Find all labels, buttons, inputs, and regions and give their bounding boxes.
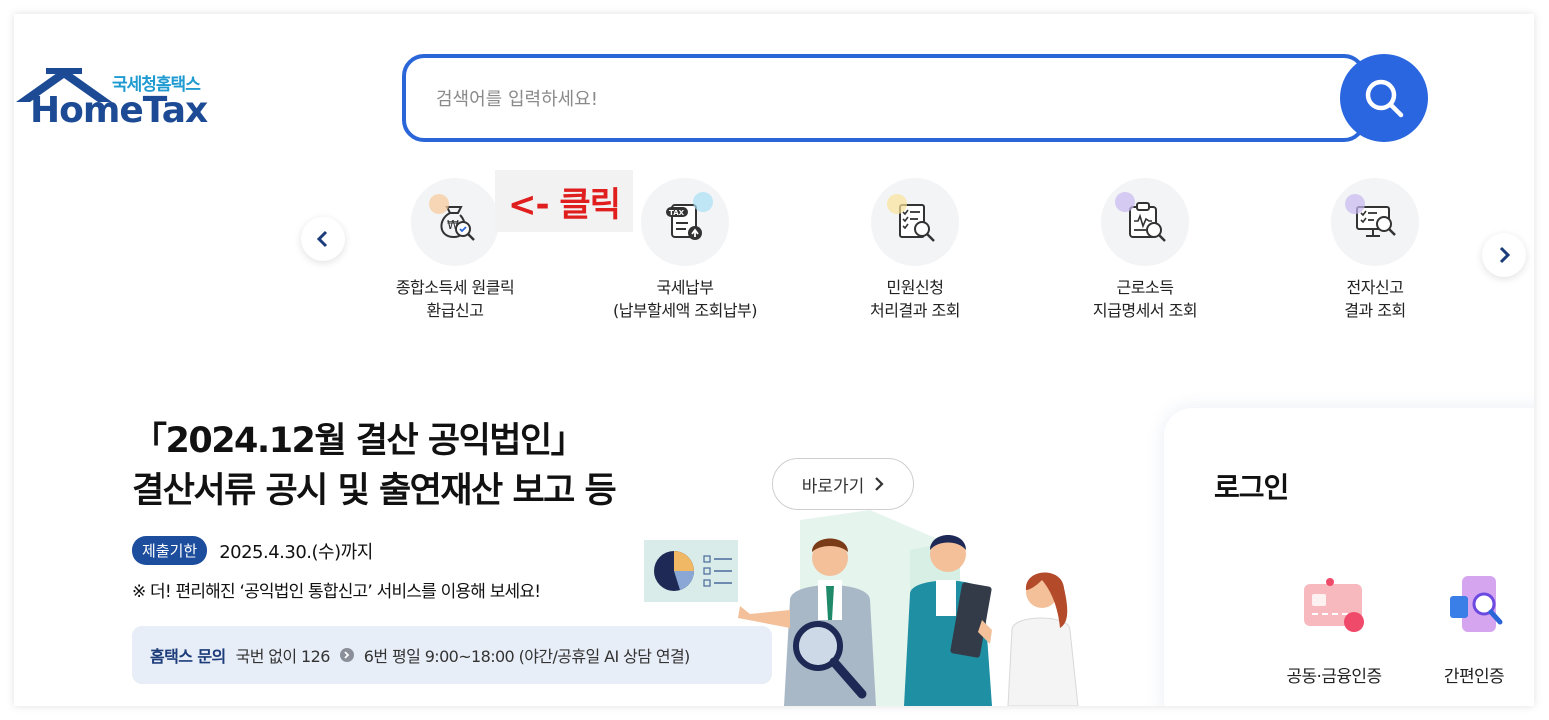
login-title: 로그인 <box>1214 471 1289 504</box>
page-frame: 국세청홈택스 HomeTax ₩ 종합소 <box>14 14 1534 706</box>
arrow-right-circle-icon <box>339 648 354 662</box>
search-box <box>402 54 1366 142</box>
quick-menu-label-line2: 결과 조회 <box>1344 301 1406 320</box>
quick-menu-label-line1: 종합소득세 원클릭 <box>395 278 515 297</box>
login-option-label: 간편인증 <box>1443 667 1505 687</box>
quick-menu-item-earned-income[interactable]: 근로소득 지급명세서 조회 <box>1050 178 1240 322</box>
deadline-row: 제출기한 2025.4.30.(수)까지 <box>132 536 373 565</box>
banner-title-line1: 「2024.12월 결산 공익법인」 <box>132 421 586 461</box>
chevron-right-icon <box>875 477 884 491</box>
quick-menu-item-e-filing-result[interactable]: 전자신고 결과 조회 <box>1280 178 1470 322</box>
banner-shortcut-label: 바로가기 <box>801 476 865 497</box>
quick-menu-prev-button[interactable] <box>301 217 345 261</box>
banner-title: 「2024.12월 결산 공익법인」 결산서류 공시 및 출연재산 보고 등 <box>132 416 617 516</box>
chevron-left-icon <box>316 230 328 248</box>
search-icon <box>1365 79 1404 118</box>
contact-phone: 국번 없이 126 <box>235 647 331 666</box>
quick-menu-item-civil-petition[interactable]: 민원신청 처리결과 조회 <box>820 178 1010 322</box>
click-annotation: <- 클릭 <box>495 170 633 232</box>
logo-wordmark: HomeTax <box>30 90 208 131</box>
quick-menu-label-line1: 민원신청 <box>886 278 944 297</box>
deadline-badge: 제출기한 <box>132 536 208 565</box>
search-button[interactable] <box>1340 54 1428 142</box>
quick-menu-label-line1: 전자신고 <box>1346 278 1404 297</box>
deadline-text: 2025.4.30.(수)까지 <box>219 541 373 563</box>
quick-menu-label-line2: 처리결과 조회 <box>870 301 960 320</box>
quick-menu-label-line1: 국세납부 <box>656 278 714 297</box>
login-panel: 로그인 공동·금융인증 간편인증 <box>1164 408 1534 706</box>
quick-menu-next-button[interactable] <box>1482 233 1526 277</box>
banner-title-line2: 결산서류 공시 및 출연재산 보고 등 <box>132 471 617 511</box>
contact-label: 홈택스 문의 <box>150 647 226 666</box>
chevron-right-icon <box>1499 246 1511 264</box>
login-simple-auth-button[interactable]: 간편인증 <box>1404 570 1534 687</box>
hometax-logo[interactable]: 국세청홈택스 HomeTax <box>14 64 224 134</box>
quick-menu-label-line1: 근로소득 <box>1116 278 1174 297</box>
certificate-card-icon <box>1304 578 1364 632</box>
banner-notice: ※ 더! 편리해진 ‘공익법인 통합신고’ 서비스를 이용해 보세요! <box>132 582 541 602</box>
svg-text:TAX: TAX <box>669 209 685 217</box>
banner-illustration <box>644 510 1079 706</box>
search-input[interactable] <box>436 82 1296 116</box>
quick-menu-label-line2: 지급명세서 조회 <box>1092 301 1198 320</box>
quick-menu-label-line2: 환급신고 <box>426 301 484 320</box>
quick-menu-label-line2: (납부할세액 조회납부) <box>612 301 758 320</box>
banner-shortcut-button[interactable]: 바로가기 <box>772 458 914 510</box>
phone-search-icon <box>1450 576 1503 632</box>
